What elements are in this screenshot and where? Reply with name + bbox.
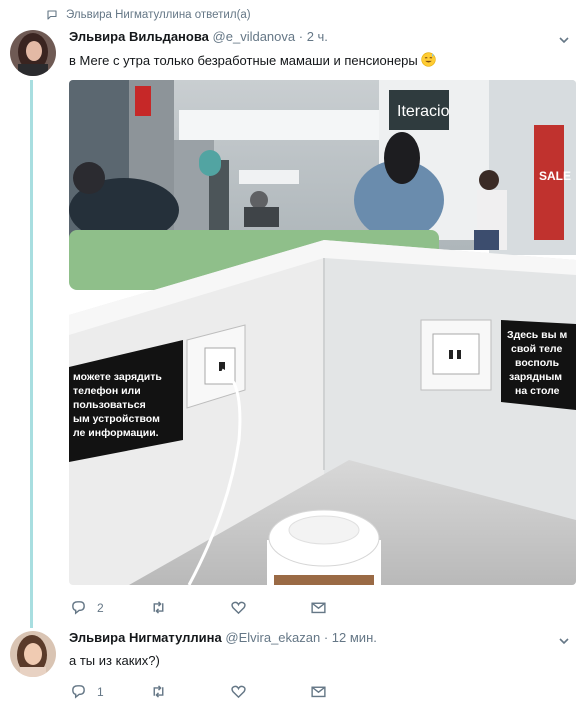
reply-bubble-icon [47, 10, 57, 20]
reply-count: 1 [97, 684, 104, 699]
direct-message-button[interactable] [310, 599, 390, 616]
tweet-time[interactable]: · 2 ч. [299, 29, 328, 44]
thread-line [30, 80, 33, 628]
tweet-header: Эльвира Нигматуллина @Elvira_ekazan · 12… [69, 630, 377, 645]
chevron-down-icon[interactable] [558, 34, 570, 46]
tweet-text-content: в Меге с утра только безработные мамаши … [69, 53, 418, 68]
store-sign: Iteracio [397, 103, 450, 120]
author-handle[interactable]: @e_vildanova [213, 29, 296, 44]
reply-count: 2 [97, 600, 104, 615]
envelope-icon [311, 686, 326, 698]
reply-button[interactable]: 2 [70, 599, 150, 616]
heart-icon [231, 685, 246, 699]
heart-icon [231, 601, 246, 615]
reply-context: Эльвира Нигматуллина ответил(а) [46, 9, 251, 21]
tweet-header: Эльвира Вильданова @e_vildanova · 2 ч. [69, 29, 328, 44]
tweet-time[interactable]: · 12 мин. [324, 630, 377, 645]
chevron-down-icon[interactable] [558, 635, 570, 647]
tweet-actions: 2 [70, 599, 390, 616]
author-name[interactable]: Эльвира Нигматуллина [69, 630, 222, 645]
retweet-icon [153, 601, 164, 614]
avatar[interactable] [10, 631, 56, 677]
avatar[interactable] [10, 30, 56, 76]
reply-icon [72, 601, 85, 615]
tweet-actions: 1 [70, 683, 390, 700]
sale-sign: SALE [539, 169, 571, 183]
like-button[interactable] [230, 683, 310, 700]
retweet-button[interactable] [150, 599, 230, 616]
like-button[interactable] [230, 599, 310, 616]
tweet-photo[interactable]: Iteracio SALE можете зарядить телефон ил… [69, 80, 576, 585]
reply-icon [72, 685, 85, 699]
sweat-smile-emoji-icon [421, 52, 437, 67]
reply-context-text[interactable]: Эльвира Нигматуллина ответил(а) [66, 9, 251, 21]
reply-button[interactable]: 1 [70, 683, 150, 700]
retweet-button[interactable] [150, 683, 230, 700]
author-name[interactable]: Эльвира Вильданова [69, 29, 209, 44]
direct-message-button[interactable] [310, 683, 390, 700]
author-handle[interactable]: @Elvira_ekazan [225, 630, 320, 645]
tweet-text: в Меге с утра только безработные мамаши … [69, 52, 437, 68]
retweet-icon [153, 685, 164, 698]
envelope-icon [311, 602, 326, 614]
tweet-text: а ты из каких?) [69, 653, 160, 668]
